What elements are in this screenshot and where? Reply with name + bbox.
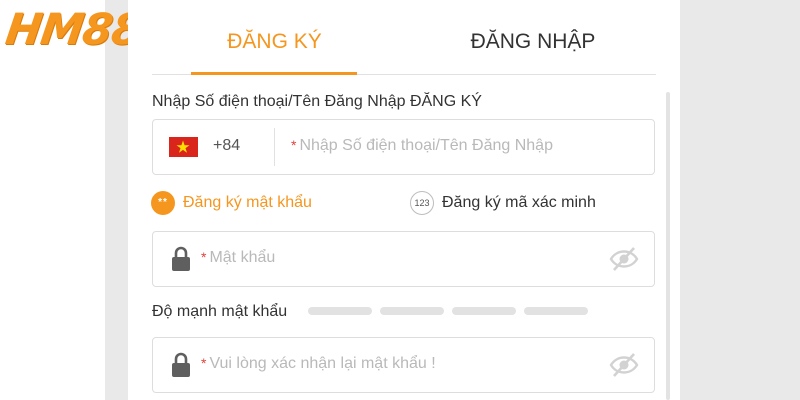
verification-option-label: Đăng ký mã xác minh	[442, 194, 596, 211]
scrollbar[interactable]	[666, 92, 670, 400]
active-tab-indicator	[191, 72, 357, 75]
required-mark: *	[291, 137, 297, 153]
password-input-box[interactable]: * Mật khẩu	[152, 231, 655, 287]
eye-off-icon[interactable]	[609, 352, 639, 378]
password-registration-option[interactable]: ** Đăng ký mật khẩu	[151, 190, 312, 216]
strength-segment	[452, 307, 516, 315]
strength-segment	[380, 307, 444, 315]
vietnam-flag-icon[interactable]	[169, 137, 198, 157]
password-strength-label: Độ mạnh mật khẩu	[152, 303, 288, 320]
phone-input[interactable]: * Nhập Số điện thoại/Tên Đăng Nhập	[291, 137, 553, 155]
verification-code-registration-option[interactable]: 123 Đăng ký mã xác minh	[410, 190, 596, 216]
strength-segment	[524, 307, 588, 315]
phone-placeholder: Nhập Số điện thoại/Tên Đăng Nhập	[299, 137, 553, 154]
required-mark: *	[201, 249, 207, 265]
right-background	[705, 0, 800, 400]
registration-panel: ĐĂNG KÝ ĐĂNG NHẬP Nhập Số điện thoại/Tên…	[128, 0, 680, 400]
country-code[interactable]: +84	[213, 137, 240, 155]
lock-icon	[172, 352, 190, 377]
eye-off-icon[interactable]	[609, 246, 639, 272]
brand-logo: HM88	[2, 5, 145, 55]
phone-field-label: Nhập Số điện thoại/Tên Đăng Nhập ĐĂNG KÝ	[152, 93, 482, 110]
verification-option-badge: 123	[410, 191, 434, 215]
phone-input-box[interactable]: +84 * Nhập Số điện thoại/Tên Đăng Nhập	[152, 119, 655, 175]
password-option-badge: **	[151, 191, 175, 215]
confirm-password-input-box[interactable]: * Vui lòng xác nhận lại mật khẩu !	[152, 337, 655, 393]
confirm-password-input[interactable]: * Vui lòng xác nhận lại mật khẩu !	[201, 355, 436, 373]
lock-icon	[172, 246, 190, 271]
tab-register[interactable]: ĐĂNG KÝ	[192, 30, 357, 54]
strength-segment	[308, 307, 372, 315]
password-input[interactable]: * Mật khẩu	[201, 249, 275, 267]
tab-login[interactable]: ĐĂNG NHẬP	[443, 30, 623, 54]
password-placeholder: Mật khẩu	[209, 249, 276, 266]
password-option-label: Đăng ký mật khẩu	[183, 194, 312, 211]
flag-star	[176, 140, 190, 153]
country-code-divider	[274, 128, 275, 166]
confirm-password-placeholder: Vui lòng xác nhận lại mật khẩu !	[209, 355, 436, 372]
password-strength-meter	[308, 307, 588, 315]
left-background	[0, 0, 105, 400]
required-mark: *	[201, 355, 207, 371]
